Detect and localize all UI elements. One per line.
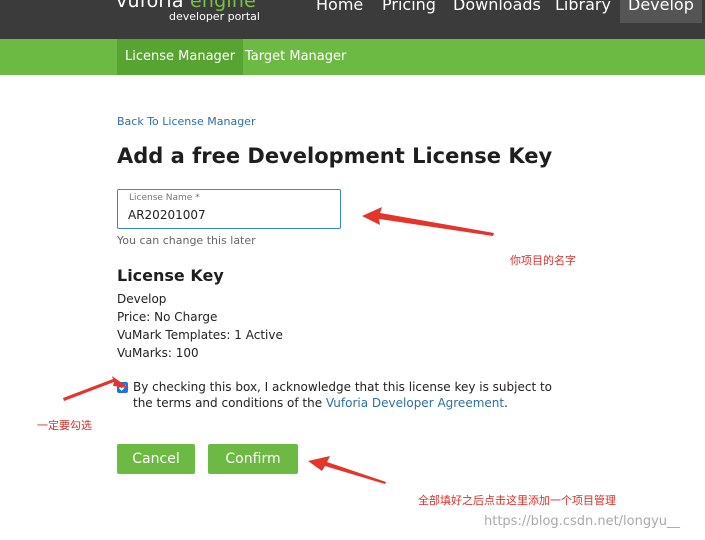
annotation-name-note: 你项目的名字 — [510, 254, 576, 267]
arrow-to-name-field — [362, 207, 494, 236]
arrow-to-confirm — [308, 456, 386, 484]
annotation-arrows — [63, 207, 494, 484]
watermark: https://blog.csdn.net/longyu__ — [484, 514, 681, 529]
annotation-confirm-note: 全部填好之后点击这里添加一个项目管理 — [418, 494, 616, 507]
arrow-to-checkbox — [63, 376, 129, 401]
annotation-check-note: 一定要勾选 — [37, 419, 92, 432]
